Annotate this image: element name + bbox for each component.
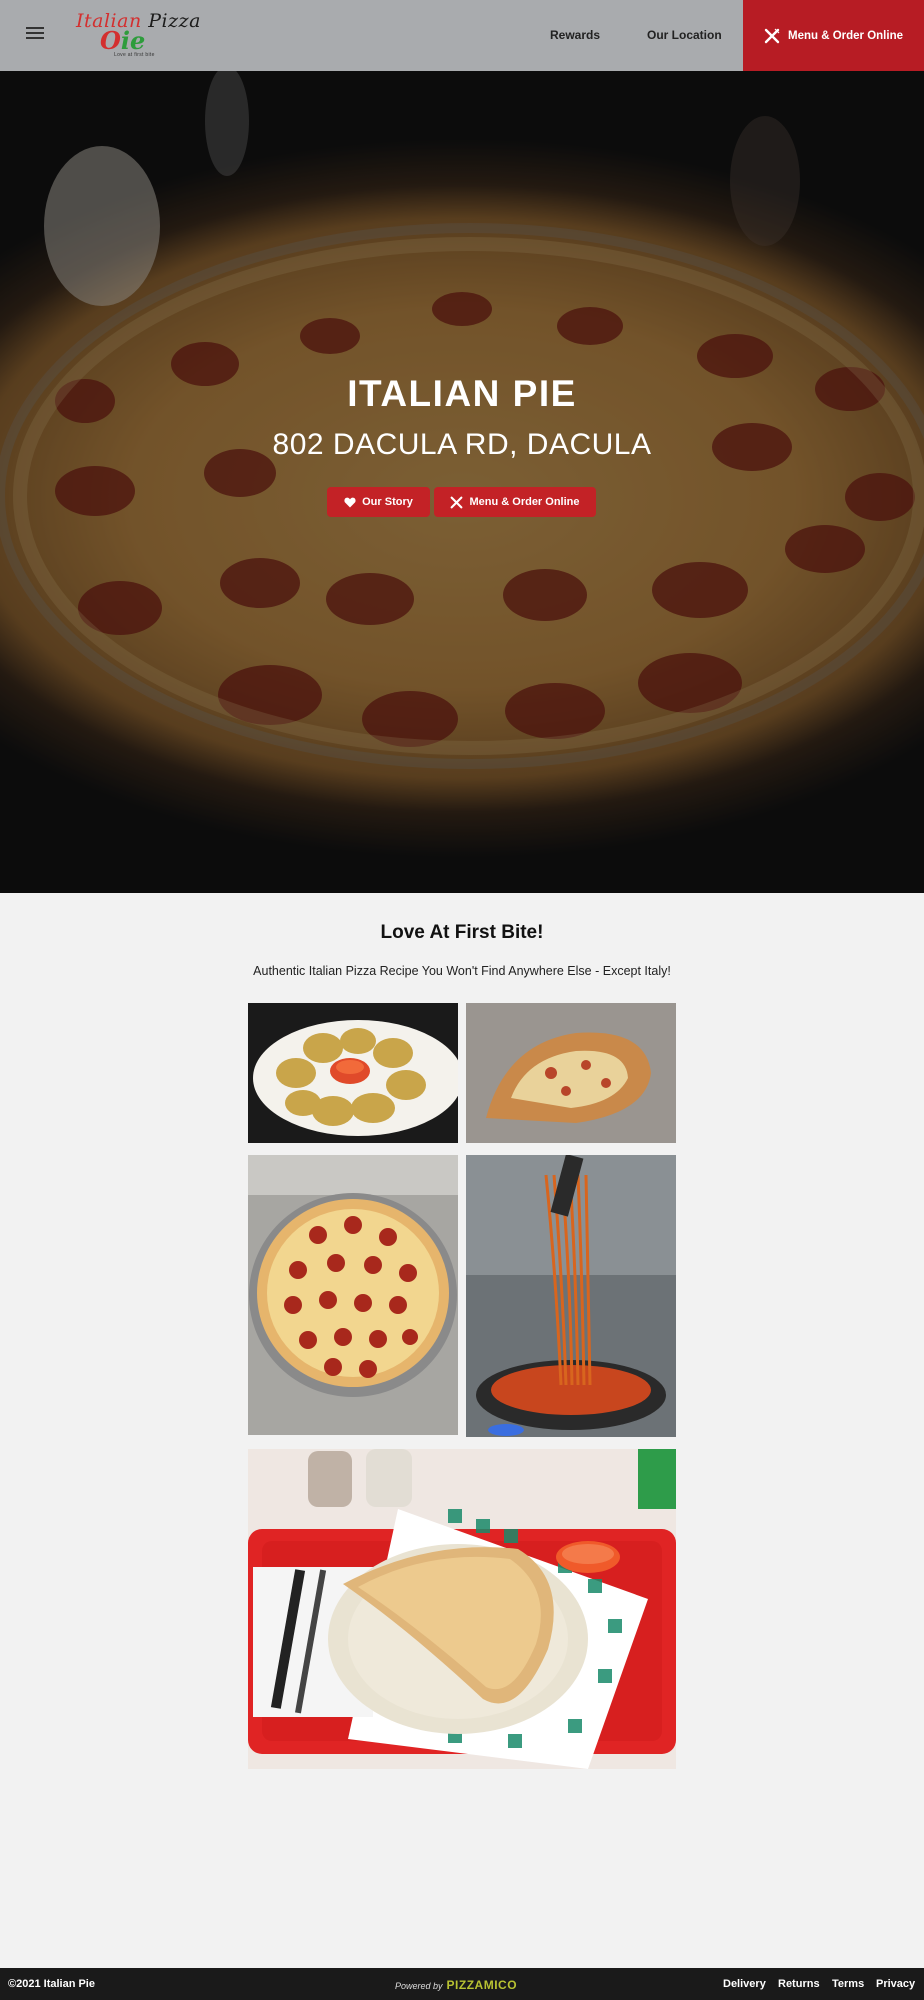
logo[interactable]: Italian Pizza Oie Love at first bite xyxy=(74,8,200,62)
footer-link-privacy[interactable]: Privacy xyxy=(876,1978,915,1990)
hero-title: ITALIAN PIE xyxy=(347,373,577,414)
spaghetti-image xyxy=(466,1155,676,1437)
pepperoni-pizza-image xyxy=(248,1155,458,1435)
garlic-knots-image xyxy=(253,1020,458,1136)
photo-spaghetti xyxy=(466,1155,676,1437)
copyright: ©2021 Italian Pie xyxy=(8,1978,95,1990)
hero-banner: ITALIAN PIE 802 DACULA RD, DACULA Our St… xyxy=(0,71,924,893)
photo-calzone xyxy=(248,1449,676,1769)
photo-garlic-knots xyxy=(248,1003,458,1143)
nav-our-location[interactable]: Our Location xyxy=(647,28,722,42)
footer-link-terms[interactable]: Terms xyxy=(832,1978,864,1990)
calzone-image xyxy=(248,1449,676,1769)
site-header: Italian Pizza Oie Love at first bite Rew… xyxy=(0,0,924,71)
our-story-button[interactable]: Our Story xyxy=(327,487,430,517)
heart-icon xyxy=(344,497,356,507)
powered-by[interactable]: Powered by PIZZAMICO xyxy=(395,1978,517,1992)
stromboli-image xyxy=(466,1003,676,1143)
logo-tagline: Love at first bite xyxy=(114,52,155,58)
footer-link-returns[interactable]: Returns xyxy=(778,1978,820,1990)
menu-icon[interactable] xyxy=(26,27,44,41)
photo-pepperoni-pizza xyxy=(248,1155,458,1435)
section-subtitle: Authentic Italian Pizza Recipe You Won't… xyxy=(253,964,671,978)
section-title: Love At First Bite! xyxy=(380,922,544,943)
fork-knife-icon xyxy=(764,28,780,43)
our-story-label: Our Story xyxy=(362,496,413,508)
order-label: Menu & Order Online xyxy=(787,29,903,42)
pizzamico-logo: PIZZAMICO xyxy=(446,1978,518,1992)
powered-by-label: Powered by xyxy=(395,1981,443,1991)
nav-rewards[interactable]: Rewards xyxy=(550,28,600,42)
logo-text-pie: Oie xyxy=(100,26,146,55)
hero-overlay xyxy=(0,71,924,893)
hero-address: 802 DACULA RD, DACULA xyxy=(272,428,652,461)
menu-order-online-button[interactable]: Menu & Order Online xyxy=(743,0,924,71)
fork-knife-icon xyxy=(451,496,463,508)
photo-stromboli xyxy=(466,1003,676,1143)
hero-order-label: Menu & Order Online xyxy=(469,496,580,508)
site-footer: ©2021 Italian Pie Powered by PIZZAMICO De… xyxy=(0,1968,924,2000)
hero-menu-order-button[interactable]: Menu & Order Online xyxy=(434,487,596,517)
footer-link-delivery[interactable]: Delivery xyxy=(723,1978,766,1990)
